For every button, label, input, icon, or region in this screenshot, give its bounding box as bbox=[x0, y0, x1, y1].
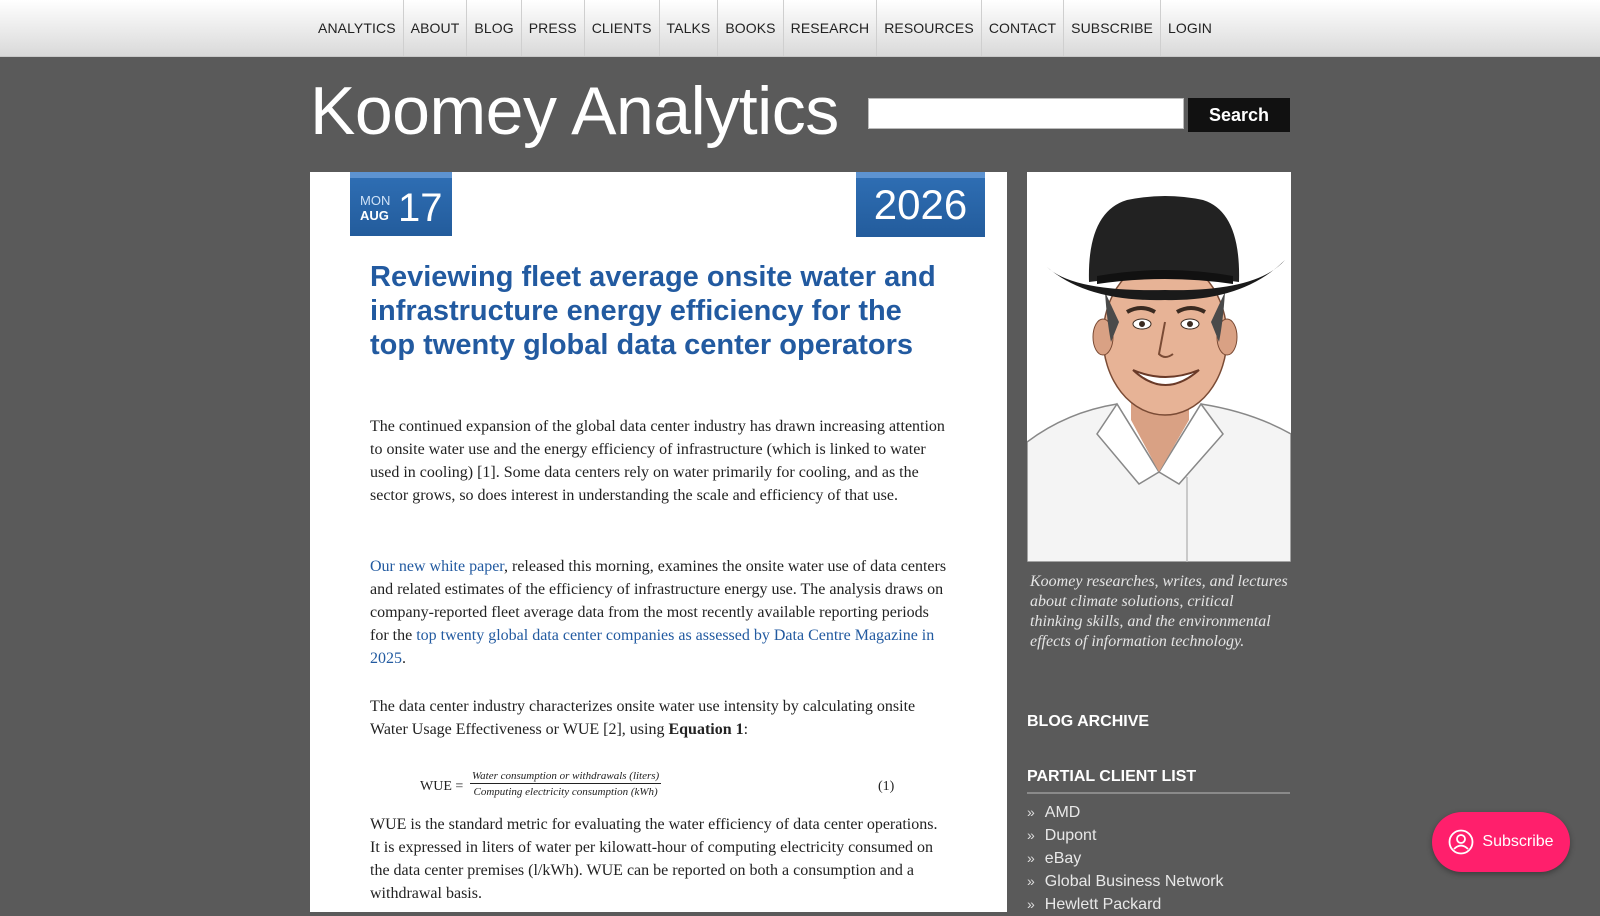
date-day: 17 bbox=[398, 186, 443, 230]
client-name: Dupont bbox=[1044, 827, 1097, 844]
equation-lhs: WUE = bbox=[420, 779, 464, 794]
subscribe-pill-label: Subscribe bbox=[1482, 833, 1554, 850]
equation-fraction: Water consumption or withdrawals (liters… bbox=[470, 770, 662, 798]
subscribe-pill-button[interactable]: Subscribe bbox=[1432, 812, 1570, 872]
paragraph-2-end: . bbox=[402, 650, 406, 667]
blog-archive-heading[interactable]: BLOG ARCHIVE bbox=[1027, 713, 1149, 731]
client-list: » AMD » Dupont » eBay » Global Business Netw… bbox=[1027, 801, 1224, 916]
client-item[interactable]: » Global Business Network bbox=[1027, 870, 1224, 893]
nav-item-clients[interactable]: CLIENTS bbox=[583, 0, 659, 56]
date-badge: MON AUG 17 bbox=[350, 172, 452, 236]
author-caption: Koomey researches, writes, and lectures … bbox=[1030, 573, 1288, 650]
post-paragraph-4: WUE is the standard metric for evaluatin… bbox=[370, 816, 938, 902]
chevron-right-icon: » bbox=[1027, 850, 1035, 866]
search-button[interactable]: Search bbox=[1188, 98, 1290, 132]
author-avatar bbox=[1027, 172, 1291, 562]
chevron-right-icon: » bbox=[1027, 804, 1035, 820]
nav-item-books[interactable]: BOOKS bbox=[717, 0, 782, 56]
post-paragraph-1: The continued expansion of the global da… bbox=[370, 418, 945, 504]
paragraph-3-end: : bbox=[743, 721, 749, 738]
chevron-right-icon: » bbox=[1027, 827, 1035, 843]
nav-item-subscribe[interactable]: SUBSCRIBE bbox=[1063, 0, 1160, 56]
nav-item-talks[interactable]: TALKS bbox=[658, 0, 718, 56]
nav-item-login[interactable]: LOGIN bbox=[1159, 0, 1219, 56]
client-name: Hewlett Packard bbox=[1044, 896, 1162, 913]
wue-equation: WUE = Water consumption or withdrawals (… bbox=[420, 770, 920, 804]
nav-item-research[interactable]: RESEARCH bbox=[782, 0, 877, 56]
nav-item-blog[interactable]: BLOG bbox=[466, 0, 520, 56]
nav-list: ANALYTICS ABOUT BLOG PRESS CLIENTS TALKS… bbox=[311, 0, 1219, 56]
client-name: AMD bbox=[1044, 804, 1081, 821]
date-weekday: MON bbox=[360, 193, 391, 208]
date-month: AUG bbox=[360, 208, 389, 223]
paragraph-3-text: The data center industry characterizes o… bbox=[370, 698, 916, 738]
nav-item-contact[interactable]: CONTACT bbox=[980, 0, 1063, 56]
client-item[interactable]: » Dupont bbox=[1027, 824, 1224, 847]
chevron-right-icon: » bbox=[1027, 896, 1035, 912]
equation-numerator: Water consumption or withdrawals (liters… bbox=[470, 770, 662, 784]
post-title[interactable]: Reviewing fleet average onsite water and… bbox=[370, 260, 945, 362]
top-nav: ANALYTICS ABOUT BLOG PRESS CLIENTS TALKS… bbox=[0, 0, 1600, 57]
client-item[interactable]: » Hewlett Packard bbox=[1027, 893, 1224, 916]
user-icon bbox=[1449, 829, 1474, 855]
cowboy-portrait-illustration bbox=[1027, 196, 1291, 562]
equation-denominator: Computing electricity consumption (kWh) bbox=[473, 786, 658, 798]
post-paragraph-3: The data center industry characterizes o… bbox=[370, 695, 948, 741]
white-paper-link[interactable]: Our new white paper bbox=[370, 558, 504, 575]
search-input[interactable] bbox=[868, 98, 1184, 129]
date-year: 2026 bbox=[873, 180, 968, 228]
date-badge-strip bbox=[350, 172, 452, 178]
nav-item-analytics[interactable]: ANALYTICS bbox=[311, 0, 403, 56]
equation-reference: Equation 1 bbox=[668, 721, 744, 738]
chevron-right-icon: » bbox=[1027, 873, 1035, 889]
equation-number: (1) bbox=[878, 779, 895, 794]
year-badge-strip bbox=[856, 172, 985, 178]
client-list-heading: PARTIAL CLIENT LIST bbox=[1027, 768, 1290, 794]
client-name: Global Business Network bbox=[1044, 873, 1224, 890]
site-title[interactable]: Koomey Analytics bbox=[310, 72, 839, 150]
nav-item-press[interactable]: PRESS bbox=[520, 0, 584, 56]
post-paragraph-2: Our new white paper, released this morni… bbox=[370, 555, 948, 670]
nav-item-resources[interactable]: RESOURCES bbox=[876, 0, 981, 56]
client-item[interactable]: » eBay bbox=[1027, 847, 1224, 870]
top-twenty-link[interactable]: top twenty global data center companies … bbox=[370, 627, 934, 667]
post-panel: MON AUG 17 2026 Reviewing fleet average … bbox=[310, 172, 1007, 912]
nav-item-about[interactable]: ABOUT bbox=[402, 0, 467, 56]
year-badge: 2026 bbox=[856, 172, 985, 237]
client-item[interactable]: » AMD bbox=[1027, 801, 1224, 824]
client-name: eBay bbox=[1044, 850, 1082, 867]
